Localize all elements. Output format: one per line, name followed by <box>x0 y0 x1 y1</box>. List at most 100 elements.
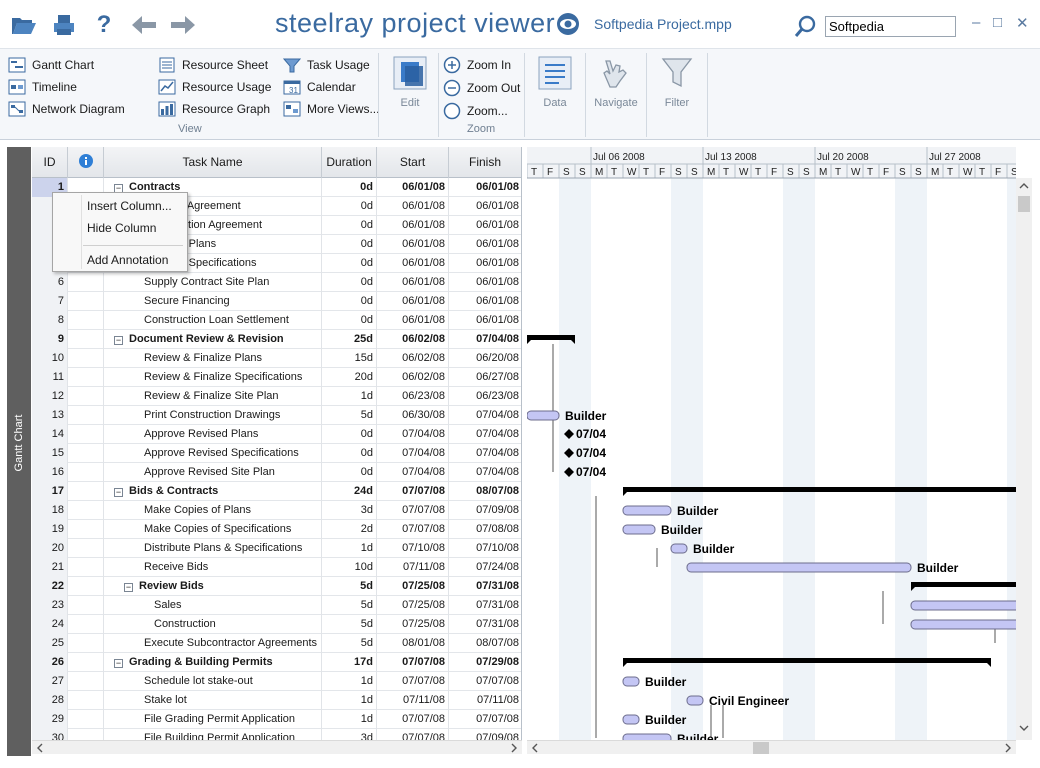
table-row[interactable]: 8 Construction Loan Settlement 0d 06/01/08 0… <box>32 311 521 330</box>
zoom-dialog-button[interactable]: Zoom... <box>443 102 508 120</box>
print-icon[interactable] <box>49 10 79 40</box>
network-diagram-view-button[interactable]: Network Diagram <box>8 100 125 118</box>
grid-horizontal-scrollbar[interactable] <box>32 740 522 754</box>
table-row[interactable]: 24 Construction 5d 07/25/08 07/31/08 <box>32 615 521 634</box>
gantt-chart[interactable]: TFSSMTWTFSSMTWTFSSMTWTFSSMTWTFSSJul 06 2… <box>527 147 1016 740</box>
table-row[interactable]: 6 Supply Contract Site Plan 0d 06/01/08 06/0… <box>32 273 521 292</box>
table-row[interactable]: 17− Bids & Contracts 24d 07/07/08 08/07/08 <box>32 482 521 501</box>
gantt-canvas: TFSSMTWTFSSMTWTFSSMTWTFSSMTWTFSSJul 06 2… <box>527 147 1016 740</box>
table-row[interactable]: 12 Review & Finalize Site Plan 1d 06/23/08 0… <box>32 387 521 406</box>
menu-item-hide-column[interactable]: Hide Column <box>87 221 156 235</box>
search-icon[interactable] <box>794 14 818 41</box>
forward-arrow-icon[interactable] <box>168 10 198 40</box>
gantt-chart-side-tab[interactable]: Gantt Chart <box>7 147 31 760</box>
gantt-chart-view-button[interactable]: Gantt Chart <box>8 56 94 74</box>
column-header-duration[interactable]: Duration <box>322 147 377 178</box>
cell-duration: 0d <box>322 254 377 273</box>
table-row[interactable]: 7 Secure Financing 0d 06/01/08 06/01/08 <box>32 292 521 311</box>
task-usage-view-button[interactable]: Task Usage <box>283 56 370 74</box>
table-row[interactable]: 13 Print Construction Drawings 5d 06/30/08 0… <box>32 406 521 425</box>
minimize-button[interactable]: – <box>972 14 980 31</box>
ribbon: Gantt Chart Timeline Network Diagram Res… <box>0 48 1040 140</box>
cell-duration: 0d <box>322 273 377 292</box>
table-row[interactable]: 27 Schedule lot stake-out 1d 07/07/08 07/07/… <box>32 672 521 691</box>
cell-start: 07/04/08 <box>377 425 449 444</box>
data-label: Data <box>543 97 567 109</box>
week-tick-label: Jul 13 2008 <box>705 152 757 163</box>
vertical-scrollbar[interactable] <box>1016 178 1032 740</box>
collapse-toggle-icon[interactable]: − <box>114 659 123 668</box>
table-row[interactable]: 26− Grading & Building Permits 17d 07/07/08… <box>32 653 521 672</box>
resource-graph-view-button[interactable]: Resource Graph <box>158 100 270 118</box>
table-row[interactable]: 22− Review Bids 5d 07/25/08 07/31/08 <box>32 577 521 596</box>
table-row[interactable]: 25 Execute Subcontractor Agreements 5d 08/0… <box>32 634 521 653</box>
column-header-info[interactable] <box>68 147 104 178</box>
table-row[interactable]: 19 Make Copies of Specifications 2d 07/07/0… <box>32 520 521 539</box>
column-header-finish[interactable]: Finish <box>449 147 521 178</box>
table-row[interactable]: 18 Make Copies of Plans 3d 07/07/08 07/09/08 <box>32 501 521 520</box>
column-header-start[interactable]: Start <box>377 147 449 178</box>
task-name-text: Review & Finalize Site Plan <box>144 390 279 402</box>
cell-start: 07/07/08 <box>377 729 449 740</box>
day-tick-label: S <box>1011 167 1016 178</box>
cell-task-name: Construction <box>104 615 322 634</box>
cell-id: 18 <box>32 501 68 520</box>
table-row[interactable]: 20 Distribute Plans & Specifications 1d 07/… <box>32 539 521 558</box>
data-button[interactable]: Data <box>529 53 581 109</box>
collapse-toggle-icon[interactable]: − <box>114 488 123 497</box>
table-row[interactable]: 28 Stake lot 1d 07/11/08 07/11/08 <box>32 691 521 710</box>
timeline-view-button[interactable]: Timeline <box>8 78 77 96</box>
cell-task-name: File Grading Permit Application <box>104 710 322 729</box>
calendar-view-button[interactable]: 31 Calendar <box>283 78 356 96</box>
filter-button[interactable]: Filter <box>651 53 703 109</box>
gantt-horizontal-scrollbar[interactable] <box>527 740 1016 754</box>
menu-item-insert-column[interactable]: Insert Column... <box>87 199 172 213</box>
cell-id: 21 <box>32 558 68 577</box>
cell-finish: 07/31/08 <box>449 596 521 615</box>
edit-button[interactable]: Edit <box>384 53 436 109</box>
table-row[interactable]: 10 Review & Finalize Plans 15d 06/02/08 06/2… <box>32 349 521 368</box>
column-header-task-name[interactable]: Task Name <box>104 147 322 178</box>
search-input[interactable] <box>825 16 956 37</box>
cell-duration: 0d <box>322 292 377 311</box>
back-arrow-icon[interactable] <box>129 10 159 40</box>
zoom-group-label: Zoom <box>467 123 496 135</box>
table-row[interactable]: 30 File Building Permit Application 3d 07/0… <box>32 729 521 740</box>
table-row[interactable]: 23 Sales 5d 07/25/08 07/31/08 <box>32 596 521 615</box>
open-folder-icon[interactable] <box>9 10 39 40</box>
table-row[interactable]: 16 Approve Revised Site Plan 0d 07/04/08 07/… <box>32 463 521 482</box>
cell-id: 29 <box>32 710 68 729</box>
navigate-button[interactable]: Navigate <box>590 53 642 109</box>
cell-id: 30 <box>32 729 68 740</box>
collapse-toggle-icon[interactable]: − <box>114 336 123 345</box>
collapse-toggle-icon[interactable]: − <box>124 583 133 592</box>
cell-duration: 1d <box>322 710 377 729</box>
resource-label: Builder <box>917 561 959 575</box>
resource-usage-view-button[interactable]: Resource Usage <box>158 78 271 96</box>
task-bar <box>527 410 560 421</box>
table-row[interactable]: 21 Receive Bids 10d 07/11/08 07/24/08 <box>32 558 521 577</box>
cell-info <box>68 729 104 740</box>
cell-start: 07/25/08 <box>377 596 449 615</box>
resource-sheet-icon <box>158 56 176 74</box>
menu-item-add-annotation[interactable]: Add Annotation <box>87 253 168 267</box>
more-views-button[interactable]: More Views... <box>283 100 379 118</box>
task-bar <box>686 695 704 706</box>
table-row[interactable]: 15 Approve Revised Specifications 0d 07/04/… <box>32 444 521 463</box>
week-tick-label: Jul 27 2008 <box>929 152 981 163</box>
table-row[interactable]: 11 Review & Finalize Specifications 20d 06/… <box>32 368 521 387</box>
maximize-button[interactable]: □ <box>993 14 1002 31</box>
cell-duration: 0d <box>322 216 377 235</box>
cell-task-name: Receive Bids <box>104 558 322 577</box>
table-row[interactable]: 9− Document Review & Revision 25d 06/02/08 0… <box>32 330 521 349</box>
table-row[interactable]: 14 Approve Revised Plans 0d 07/04/08 07/04/0… <box>32 425 521 444</box>
cell-duration: 20d <box>322 368 377 387</box>
close-button[interactable]: ✕ <box>1016 14 1029 32</box>
task-name-text: Distribute Plans & Specifications <box>144 542 303 554</box>
zoom-in-button[interactable]: Zoom In <box>443 56 511 74</box>
zoom-out-button[interactable]: Zoom Out <box>443 79 520 97</box>
table-row[interactable]: 29 File Grading Permit Application 1d 07/07… <box>32 710 521 729</box>
help-icon[interactable]: ? <box>89 10 119 40</box>
column-header-id[interactable]: ID <box>32 147 68 178</box>
resource-sheet-view-button[interactable]: Resource Sheet <box>158 56 268 74</box>
